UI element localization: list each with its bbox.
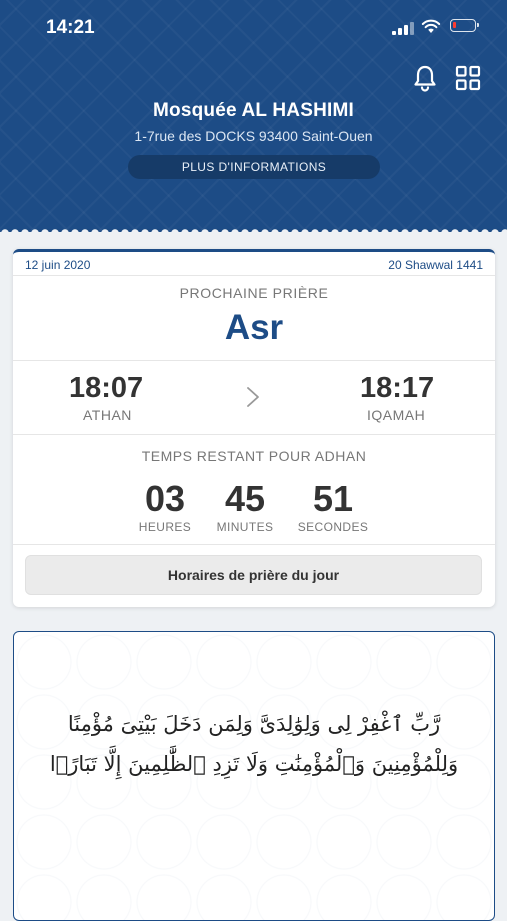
countdown-hours-label: HEURES (138, 520, 192, 534)
iqamah-time: 18:17 (360, 372, 435, 404)
quran-verse-card: رَّبِّ ٱغْفِرْ لِى وَلِوَٰلِدَىَّ وَلِمَ… (13, 631, 495, 921)
quran-verse-text: رَّبِّ ٱغْفِرْ لِى وَلِوَٰلِدَىَّ وَلِمَ… (34, 704, 474, 784)
hijri-date: 20 Shawwal 1441 (388, 258, 483, 272)
verse-line-2: وَلِلْمُؤْمِنِينَ وَٱلْمُؤْمِنَٰتِ وَلَا… (49, 752, 459, 776)
battery-icon (450, 19, 479, 32)
header-scallop-edge (0, 228, 507, 238)
divider (13, 544, 495, 545)
more-info-button[interactable]: PLUS D'INFORMATIONS (128, 155, 380, 179)
countdown-hours: 03 (144, 478, 186, 519)
gregorian-date: 12 juin 2020 (25, 258, 91, 272)
verse-line-1: رَّبِّ ٱغْفِرْ لِى وَلِوَٰلِدَىَّ وَلِمَ… (67, 712, 441, 736)
countdown-seconds-label: SECONDES (297, 520, 369, 534)
daily-prayer-times-button[interactable]: Horaires de prière du jour (25, 555, 482, 595)
status-bar: 14:21 (0, 0, 507, 56)
prayer-card: 12 juin 2020 20 Shawwal 1441 PROCHAINE P… (13, 249, 495, 607)
divider (13, 434, 495, 435)
date-row: 12 juin 2020 20 Shawwal 1441 (13, 258, 495, 276)
wifi-icon (421, 19, 441, 33)
chevron-right-icon (247, 387, 259, 407)
time-remaining-label: TEMPS RESTANT POUR ADHAN (141, 448, 367, 464)
grid-menu-icon[interactable] (455, 65, 481, 91)
athan-label: ATHAN (83, 407, 132, 423)
athan-time: 18:07 (69, 372, 144, 404)
iqamah-label: IQAMAH (367, 407, 426, 423)
countdown-minutes: 45 (224, 478, 266, 519)
bell-icon[interactable] (411, 64, 439, 92)
status-time: 14:21 (46, 17, 95, 38)
mosque-name: Mosquée AL HASHIMI (152, 100, 354, 121)
next-prayer-label: PROCHAINE PRIÈRE (179, 285, 329, 301)
countdown-minutes-label: MINUTES (216, 520, 274, 534)
next-prayer-name: Asr (224, 308, 284, 347)
countdown-seconds: 51 (312, 478, 354, 519)
mosque-header: 14:21 Mosquée AL HASHIMI 1-7rue des DOCK… (0, 0, 507, 232)
cellular-signal-icon (392, 22, 416, 35)
mosque-address: 1-7rue des DOCKS 93400 Saint-Ouen (134, 128, 373, 144)
divider (13, 275, 495, 276)
divider (13, 360, 495, 361)
